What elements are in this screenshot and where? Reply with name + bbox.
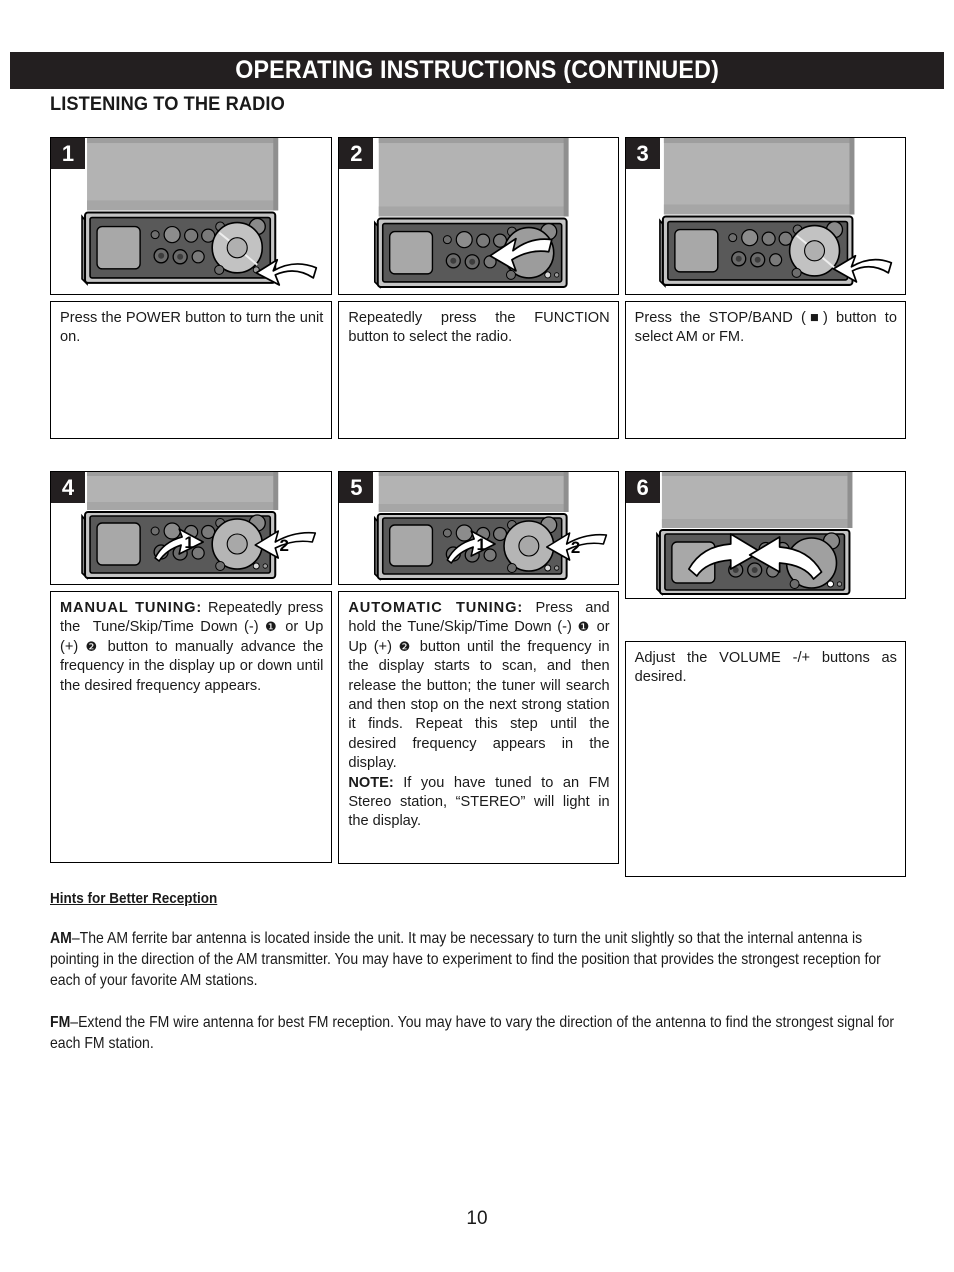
step-6-text: Adjust the VOLUME -/+ buttons as desired… (624, 641, 906, 877)
step-6-number-badge: 6 (625, 472, 660, 503)
step-2: 2 Repeatedly press the FUNCTION button t… (338, 137, 619, 439)
step-1-number-badge: 1 (51, 138, 85, 169)
hints-title: Hints for Better Reception (50, 890, 218, 907)
row-spacer (50, 439, 906, 471)
hint-paragraph-am: AM–The AM ferrite bar antenna is located… (50, 930, 881, 990)
svg-text:1: 1 (477, 535, 486, 554)
steps-row-1: 1 Press the POWER button to turn the uni… (50, 137, 906, 439)
section-heading: LISTENING TO THE RADIO (50, 94, 285, 115)
hints-section: Hints for Better Reception AM–The AM fer… (50, 890, 910, 1054)
svg-text:1: 1 (184, 533, 193, 552)
svg-text:2: 2 (280, 536, 289, 555)
step-4: 4 1 2 MANUAL TUNING: Repeatedly press th… (50, 471, 333, 877)
step-5-figure-box: 5 1 2 (338, 471, 619, 585)
step-2-text: Repeatedly press the FUNCTION button to … (338, 301, 619, 439)
step-5-text: AUTOMATIC TUNING: Press and hold the Tun… (338, 591, 619, 864)
step-5: 5 1 2 AUTOMATIC TUNING: Press and hold t… (338, 471, 619, 877)
step-3-figure-box: 3 (624, 137, 906, 295)
step-3-number-badge: 3 (625, 138, 660, 169)
stereo-front-panel-power-arrow-illustration (81, 138, 318, 286)
step-4-number-badge: 4 (51, 472, 85, 503)
step-4-text: MANUAL TUNING: Repeatedly press the Tune… (50, 591, 333, 863)
svg-text:2: 2 (571, 538, 580, 557)
steps-row-2: 4 1 2 MANUAL TUNING: Repeatedly press th… (50, 471, 906, 877)
step-3-text: Press the STOP/BAND (■) button to select… (624, 301, 906, 439)
step-3: 3 Press the STOP/BAND (■) button to sele… (624, 137, 906, 439)
page-number: 10 (466, 1208, 488, 1229)
stereo-front-panel-tune-arrows-illustration: 1 2 (81, 472, 317, 580)
step-2-number-badge: 2 (339, 138, 374, 169)
page-title: OPERATING INSTRUCTIONS (CONTINUED) (235, 56, 719, 84)
step-2-figure-box: 2 (338, 137, 619, 295)
stereo-front-panel-volume-arrows-illustration (655, 472, 853, 596)
stereo-front-panel-function-arrow-illustration (374, 138, 569, 289)
step-4-figure-box: 4 1 2 (50, 471, 333, 585)
stereo-front-panel-tune-arrows-illustration: 1 2 (374, 472, 608, 581)
step-1: 1 Press the POWER button to turn the uni… (50, 137, 333, 439)
stereo-front-panel-stop-band-arrow-illustration (658, 138, 892, 288)
step-1-text: Press the POWER button to turn the unit … (50, 301, 333, 439)
hint-paragraph-fm: FM–Extend the FM wire antenna for best F… (50, 1014, 895, 1053)
page-header-bar: OPERATING INSTRUCTIONS (CONTINUED) (10, 52, 944, 89)
step-5-number-badge: 5 (339, 472, 374, 503)
step-6-figure-box: 6 (624, 471, 906, 599)
steps-grid: 1 Press the POWER button to turn the uni… (50, 137, 906, 877)
step-1-figure-box: 1 (50, 137, 333, 295)
step-6: 6 Adjust the VOLUME -/+ buttons as desir… (624, 471, 906, 877)
